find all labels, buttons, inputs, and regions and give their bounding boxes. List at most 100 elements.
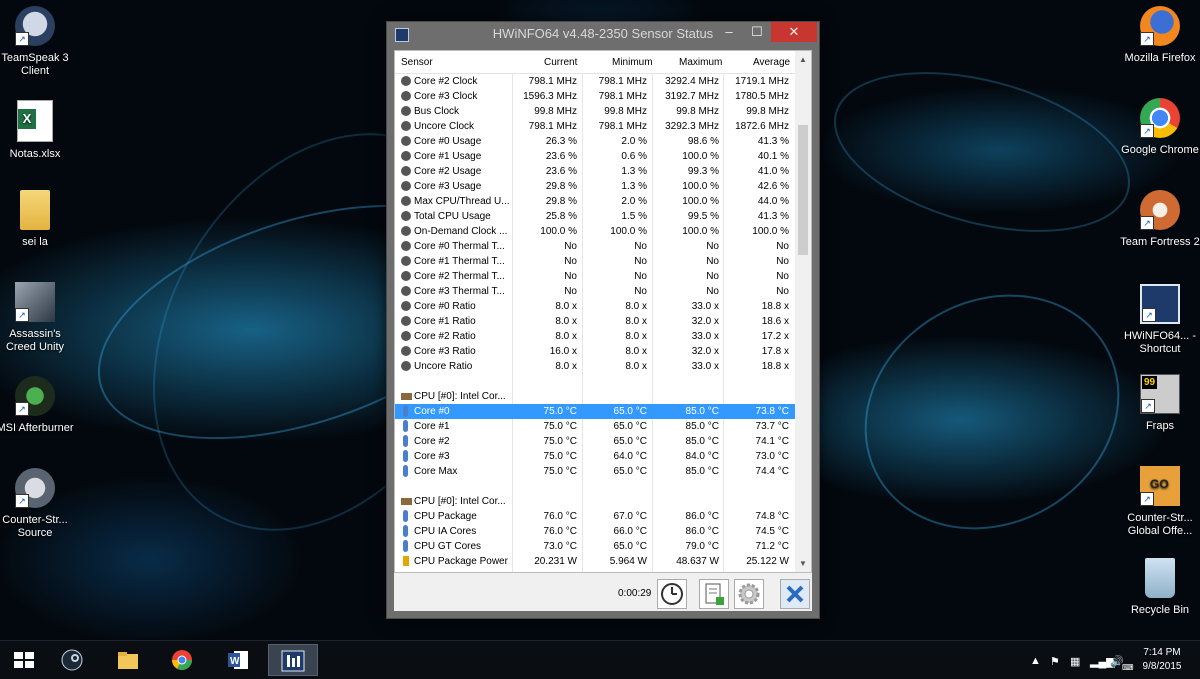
minimum-value: No: [634, 241, 647, 252]
table-row[interactable]: Core #1 Thermal T... No No No No: [395, 254, 795, 269]
sensor-table[interactable]: Sensor Current Minimum Maximum Average C…: [394, 50, 812, 573]
maximum-value: 99.5 %: [687, 211, 719, 222]
scroll-up-arrow-icon[interactable]: ▲: [799, 55, 807, 64]
taskbar-chrome[interactable]: [158, 644, 208, 676]
desktop-icon-csgo[interactable]: GO ↗ Counter-Str... Global Offe...: [1120, 466, 1200, 538]
close-sensors-button[interactable]: [780, 579, 810, 609]
desktop-icon-hwinfo[interactable]: ↗ HWiNFO64... - Shortcut: [1120, 284, 1200, 356]
table-row[interactable]: Uncore Clock 798.1 MHz 798.1 MHz 3292.3 MHz…: [395, 119, 795, 134]
network-icon[interactable]: ▦: [1070, 655, 1080, 668]
current-value: 798.1 MHz: [528, 76, 577, 87]
average-value: 1780.5 MHz: [735, 91, 789, 102]
table-row[interactable]: Core #2 Ratio 8.0 x 8.0 x 33.0 x 17.2 x: [395, 329, 795, 344]
taskbar-steam[interactable]: [48, 644, 98, 676]
taskbar-clock[interactable]: 7:14 PM 9/8/2015: [1132, 646, 1192, 674]
desktop-icon-sei-la[interactable]: sei la: [0, 190, 75, 249]
settings-button[interactable]: [734, 579, 764, 609]
desktop-icon-recycle-bin[interactable]: Recycle Bin: [1120, 558, 1200, 617]
report-button[interactable]: [699, 579, 729, 609]
minimum-value: 2.0 %: [621, 196, 647, 207]
header-minimum[interactable]: Minimum: [612, 57, 653, 68]
desktop-icon-chrome[interactable]: ↗ Google Chrome: [1120, 98, 1200, 157]
table-row[interactable]: Core #3 Thermal T... No No No No: [395, 284, 795, 299]
table-row[interactable]: CPU GT Cores 73.0 °C 65.0 °C 79.0 °C 71.2 °C: [395, 539, 795, 554]
table-row[interactable]: Core #3 Clock 1596.3 MHz 798.1 MHz 3192.7 M…: [395, 89, 795, 104]
steam-icon: [61, 649, 83, 671]
header-current[interactable]: Current: [544, 57, 577, 68]
scroll-down-arrow-icon[interactable]: ▼: [799, 559, 807, 568]
table-row[interactable]: Core Max 75.0 °C 65.0 °C 85.0 °C 74.4 °C: [395, 464, 795, 479]
sensor-status-window: HWiNFO64 v4.48-2350 Sensor Status – ☐ ✕ …: [386, 21, 820, 619]
table-row[interactable]: CPU Package 76.0 °C 67.0 °C 86.0 °C 74.8 °C: [395, 509, 795, 524]
desktop-icon-notas[interactable]: X Notas.xlsx: [0, 100, 75, 161]
header-maximum[interactable]: Maximum: [679, 57, 722, 68]
table-row[interactable]: Uncore Ratio 8.0 x 8.0 x 33.0 x 18.8 x: [395, 359, 795, 374]
table-row[interactable]: On-Demand Clock ... 100.0 % 100.0 % 100.0 %…: [395, 224, 795, 239]
taskbar-file-explorer[interactable]: [104, 644, 154, 676]
table-row[interactable]: Core #2 Thermal T... No No No No: [395, 269, 795, 284]
table-row[interactable]: Core #0 Thermal T... No No No No: [395, 239, 795, 254]
desktop-icon-label: Counter-Str... Source: [2, 514, 68, 539]
table-row[interactable]: Total CPU Usage 25.8 % 1.5 % 99.5 % 41.3 %: [395, 209, 795, 224]
taskbar-word[interactable]: W: [214, 644, 264, 676]
minimize-button[interactable]: –: [715, 22, 743, 42]
table-row[interactable]: Core #3 Ratio 16.0 x 8.0 x 32.0 x 17.8 x: [395, 344, 795, 359]
table-row[interactable]: Core #2 Clock 798.1 MHz 798.1 MHz 3292.4 MH…: [395, 74, 795, 89]
table-row[interactable]: Core #1 75.0 °C 65.0 °C 85.0 °C 73.7 °C: [395, 419, 795, 434]
clock-button[interactable]: [657, 579, 687, 609]
vertical-scrollbar[interactable]: ▲ ▼: [795, 51, 811, 572]
desktop-icon-assassins-creed[interactable]: ↗ Assassin's Creed Unity: [0, 282, 75, 354]
table-row[interactable]: Core #1 Ratio 8.0 x 8.0 x 32.0 x 18.6 x: [395, 314, 795, 329]
header-sensor[interactable]: Sensor: [401, 57, 433, 68]
desktop-icon-msi-afterburner[interactable]: ↗ MSI Afterburner: [0, 376, 75, 435]
average-value: 99.8 MHz: [746, 106, 789, 117]
current-value: 20.231 W: [534, 556, 577, 567]
hwinfo-icon: [281, 650, 305, 672]
show-hidden-icons-chevron[interactable]: ▲: [1030, 655, 1041, 667]
sensor-name: Bus Clock: [414, 106, 460, 117]
taskbar: W ▲ ⚑ ▦ ▂▄▆ 🔊 ⌨ 7:14 PM 9/8/2015: [0, 640, 1200, 679]
desktop-icon-firefox[interactable]: ↗ Mozilla Firefox: [1120, 6, 1200, 65]
taskbar-hwinfo[interactable]: [268, 644, 318, 676]
table-row[interactable]: Core #2 Usage 23.6 % 1.3 % 99.3 % 41.0 %: [395, 164, 795, 179]
thermometer-icon: [403, 525, 408, 537]
current-value: 23.6 %: [545, 166, 577, 177]
start-button[interactable]: [0, 644, 50, 676]
table-row[interactable]: Core #0 Usage 26.3 % 2.0 % 98.6 % 41.3 %: [395, 134, 795, 149]
current-value: No: [564, 271, 577, 282]
current-value: 798.1 MHz: [528, 121, 577, 132]
sensor-name: Core #3 Thermal T...: [414, 286, 505, 297]
table-row[interactable]: Core #0 75.0 °C 65.0 °C 85.0 °C 73.8 °C: [395, 404, 795, 419]
close-window-button[interactable]: ✕: [771, 22, 817, 42]
table-row[interactable]: Core #2 75.0 °C 65.0 °C 85.0 °C 74.1 °C: [395, 434, 795, 449]
window-titlebar[interactable]: HWiNFO64 v4.48-2350 Sensor Status – ☐ ✕: [387, 22, 819, 46]
clock-icon: [661, 583, 683, 605]
desktop-icon-teamspeak[interactable]: ↗ TeamSpeak 3 Client: [0, 6, 75, 78]
sensor-name: Core #1 Usage: [414, 151, 482, 162]
desktop-icon-fraps[interactable]: 99 ↗ Fraps: [1120, 374, 1200, 433]
table-row[interactable]: Core #3 75.0 °C 64.0 °C 84.0 °C 73.0 °C: [395, 449, 795, 464]
sensor-name: Core #0 Ratio: [414, 301, 476, 312]
table-row[interactable]: Max CPU/Thread U... 29.8 % 2.0 % 100.0 % 44.…: [395, 194, 795, 209]
sensor-group-header[interactable]: CPU [#0]: Intel Cor...: [395, 494, 795, 509]
table-row[interactable]: Core #3 Usage 29.8 % 1.3 % 100.0 % 42.6 %: [395, 179, 795, 194]
sensor-group-header[interactable]: CPU [#0]: Intel Cor...: [395, 389, 795, 404]
maximum-value: 98.6 %: [687, 136, 719, 147]
sensor-name: Core #1 Ratio: [414, 316, 476, 327]
scrollbar-thumb[interactable]: [798, 125, 808, 255]
table-row[interactable]: Core #1 Usage 23.6 % 0.6 % 100.0 % 40.1 %: [395, 149, 795, 164]
maximize-button[interactable]: ☐: [743, 22, 771, 42]
action-center-flag-icon[interactable]: ⚑: [1050, 655, 1060, 668]
average-value: 42.6 %: [757, 181, 789, 192]
gauge-icon: [401, 211, 411, 221]
thermometer-icon: [403, 510, 408, 522]
header-average[interactable]: Average: [753, 57, 790, 68]
table-row[interactable]: CPU IA Cores 76.0 °C 66.0 °C 86.0 °C 74.5 °C: [395, 524, 795, 539]
current-value: 16.0 x: [549, 346, 577, 357]
desktop-icon-cs-source[interactable]: ↗ Counter-Str... Source: [0, 468, 75, 540]
desktop-icon-tf2[interactable]: ↗ Team Fortress 2: [1120, 190, 1200, 249]
table-row[interactable]: Bus Clock 99.8 MHz 99.8 MHz 99.8 MHz 99.8 MH…: [395, 104, 795, 119]
table-row[interactable]: CPU Package Power 20.231 W 5.964 W 48.637 W…: [395, 554, 795, 569]
minimum-value: 8.0 x: [625, 301, 647, 312]
table-row[interactable]: Core #0 Ratio 8.0 x 8.0 x 33.0 x 18.8 x: [395, 299, 795, 314]
